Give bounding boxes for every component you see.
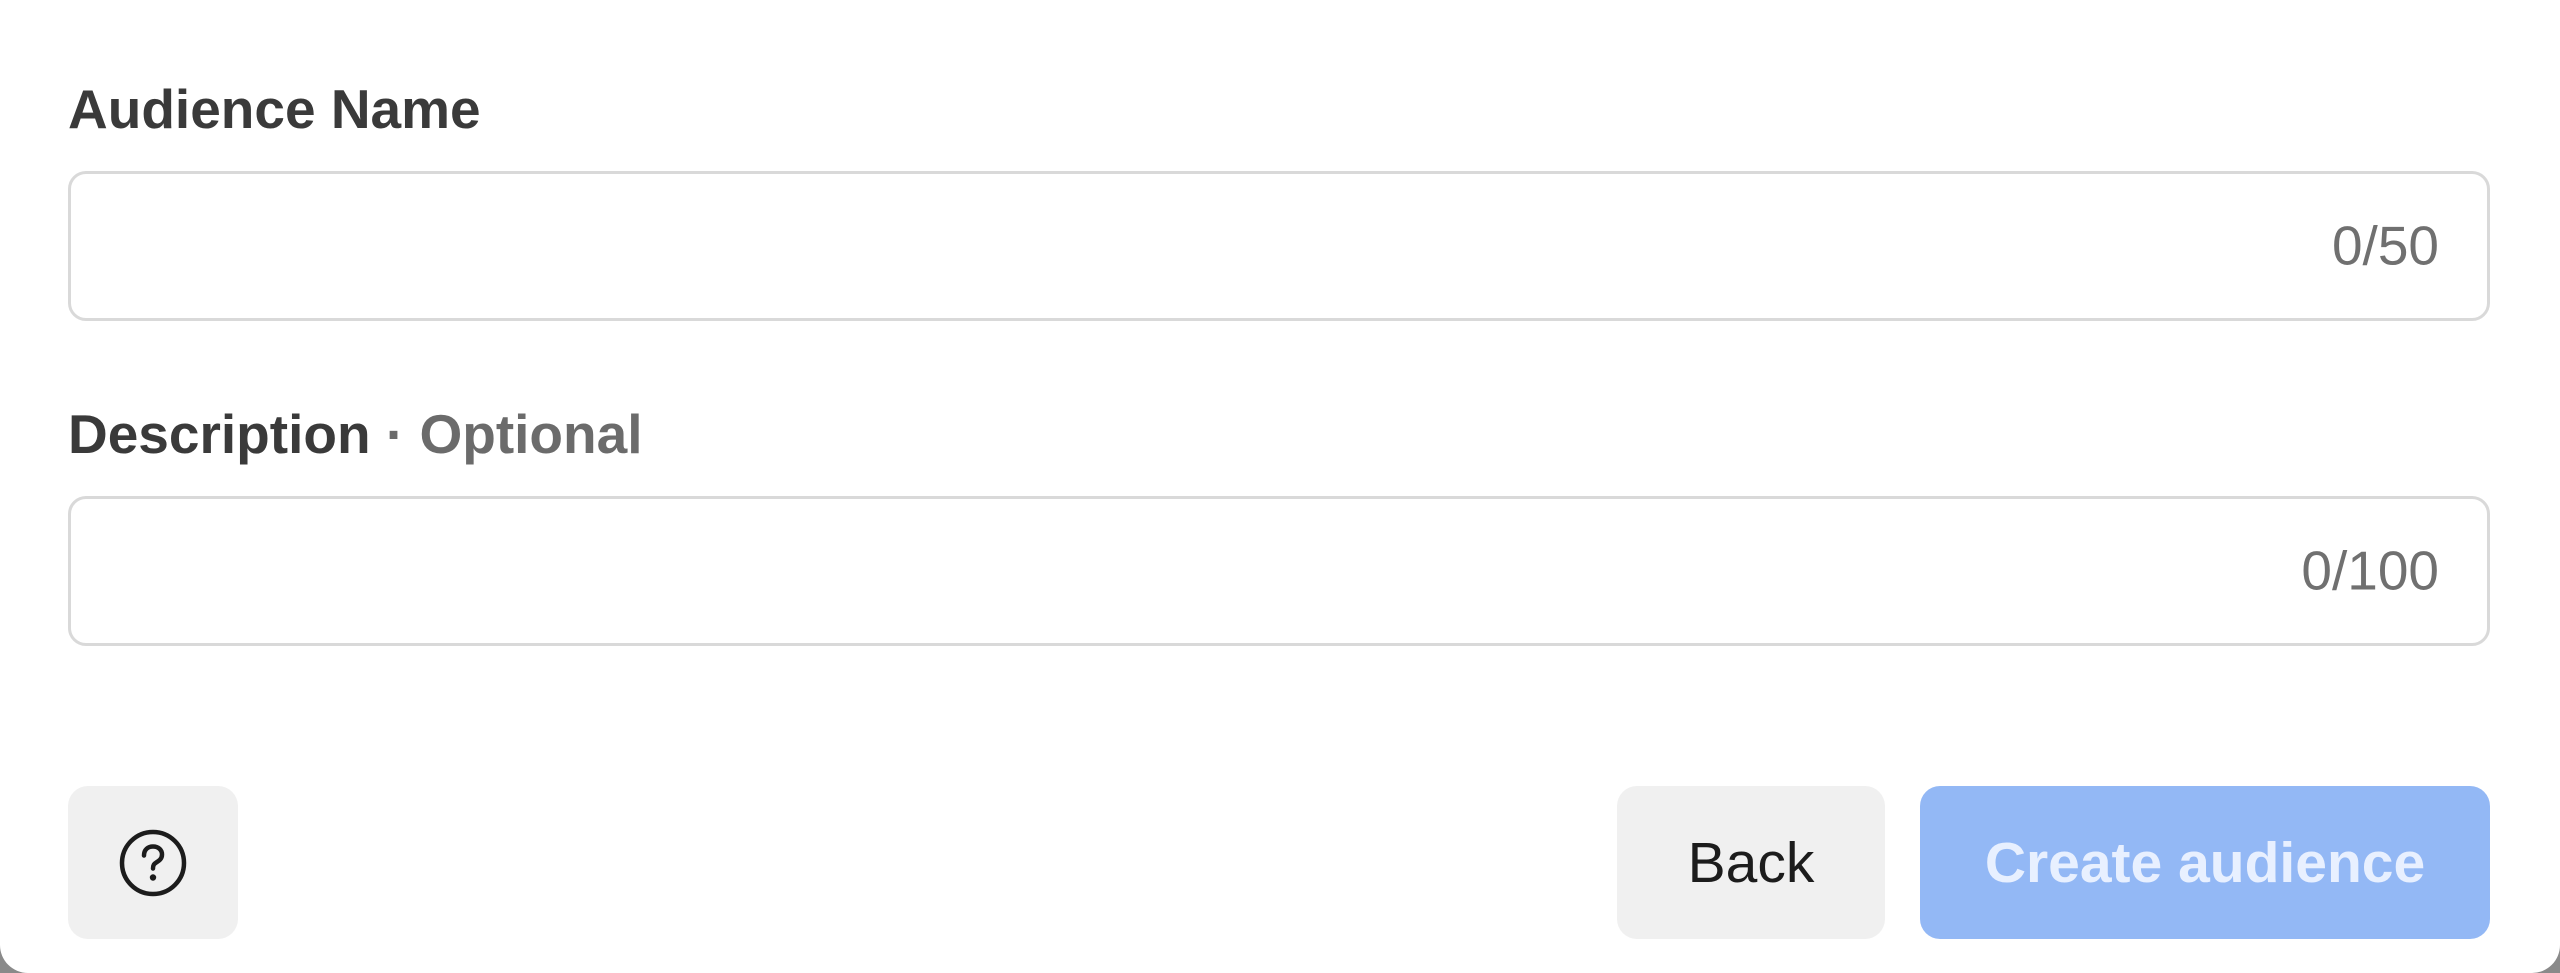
optional-marker: · Optional bbox=[385, 403, 643, 465]
audience-name-label-text: Audience Name bbox=[68, 78, 481, 140]
description-label: Description · Optional bbox=[68, 407, 642, 462]
description-input[interactable] bbox=[71, 499, 2487, 643]
create-audience-button[interactable]: Create audience bbox=[1920, 786, 2490, 939]
question-circle-icon bbox=[117, 827, 189, 899]
back-button[interactable]: Back bbox=[1617, 786, 1885, 939]
audience-name-field[interactable]: 0/50 bbox=[68, 171, 2490, 321]
help-button[interactable] bbox=[68, 786, 238, 939]
audience-name-label: Audience Name bbox=[68, 82, 481, 137]
create-audience-dialog: Audience Name 0/50 Description · Optiona… bbox=[0, 0, 2560, 973]
audience-name-input[interactable] bbox=[71, 174, 2487, 318]
description-label-text: Description bbox=[68, 403, 371, 465]
description-field[interactable]: 0/100 bbox=[68, 496, 2490, 646]
